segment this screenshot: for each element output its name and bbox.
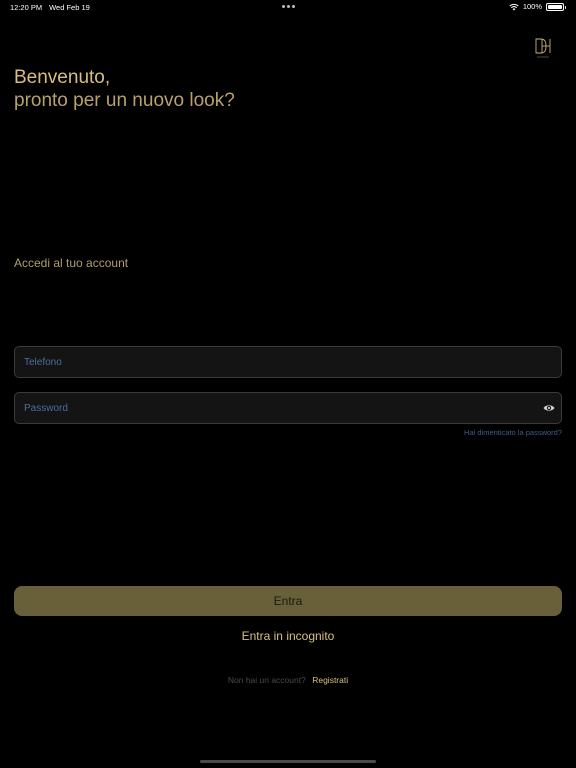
login-button[interactable]: Entra [14,586,562,616]
greeting: Benvenuto, pronto per un nuovo look? [14,66,235,112]
greeting-title: Benvenuto, [14,67,111,88]
phone-input[interactable] [24,347,534,377]
wifi-icon [509,3,519,10]
login-heading: Accedi al tuo account [14,256,129,270]
battery-percent: 100% [522,2,542,11]
status-time: 12:20 PM [10,3,43,12]
forgot-password-link[interactable]: Hai dimenticato la password? [464,428,562,437]
eye-icon[interactable] [543,403,555,413]
password-field[interactable] [14,392,562,424]
signup-row: Non hai un account? Registrati [0,675,576,685]
signup-question: Non hai un account? [227,675,306,685]
multitasking-dots-icon[interactable] [282,5,295,8]
phone-field[interactable] [14,346,562,378]
brand-logo [535,38,551,58]
greeting-subtitle: pronto per un nuovo look? [14,90,235,111]
status-bar: 12:20 PM Wed Feb 19 100% [0,0,576,14]
status-date: Wed Feb 19 [49,3,90,12]
password-input[interactable] [24,393,534,423]
incognito-button[interactable]: Entra in incognito [0,629,576,643]
home-indicator[interactable] [200,760,376,763]
battery-icon [546,2,566,11]
signup-link[interactable]: Registrati [312,675,348,685]
